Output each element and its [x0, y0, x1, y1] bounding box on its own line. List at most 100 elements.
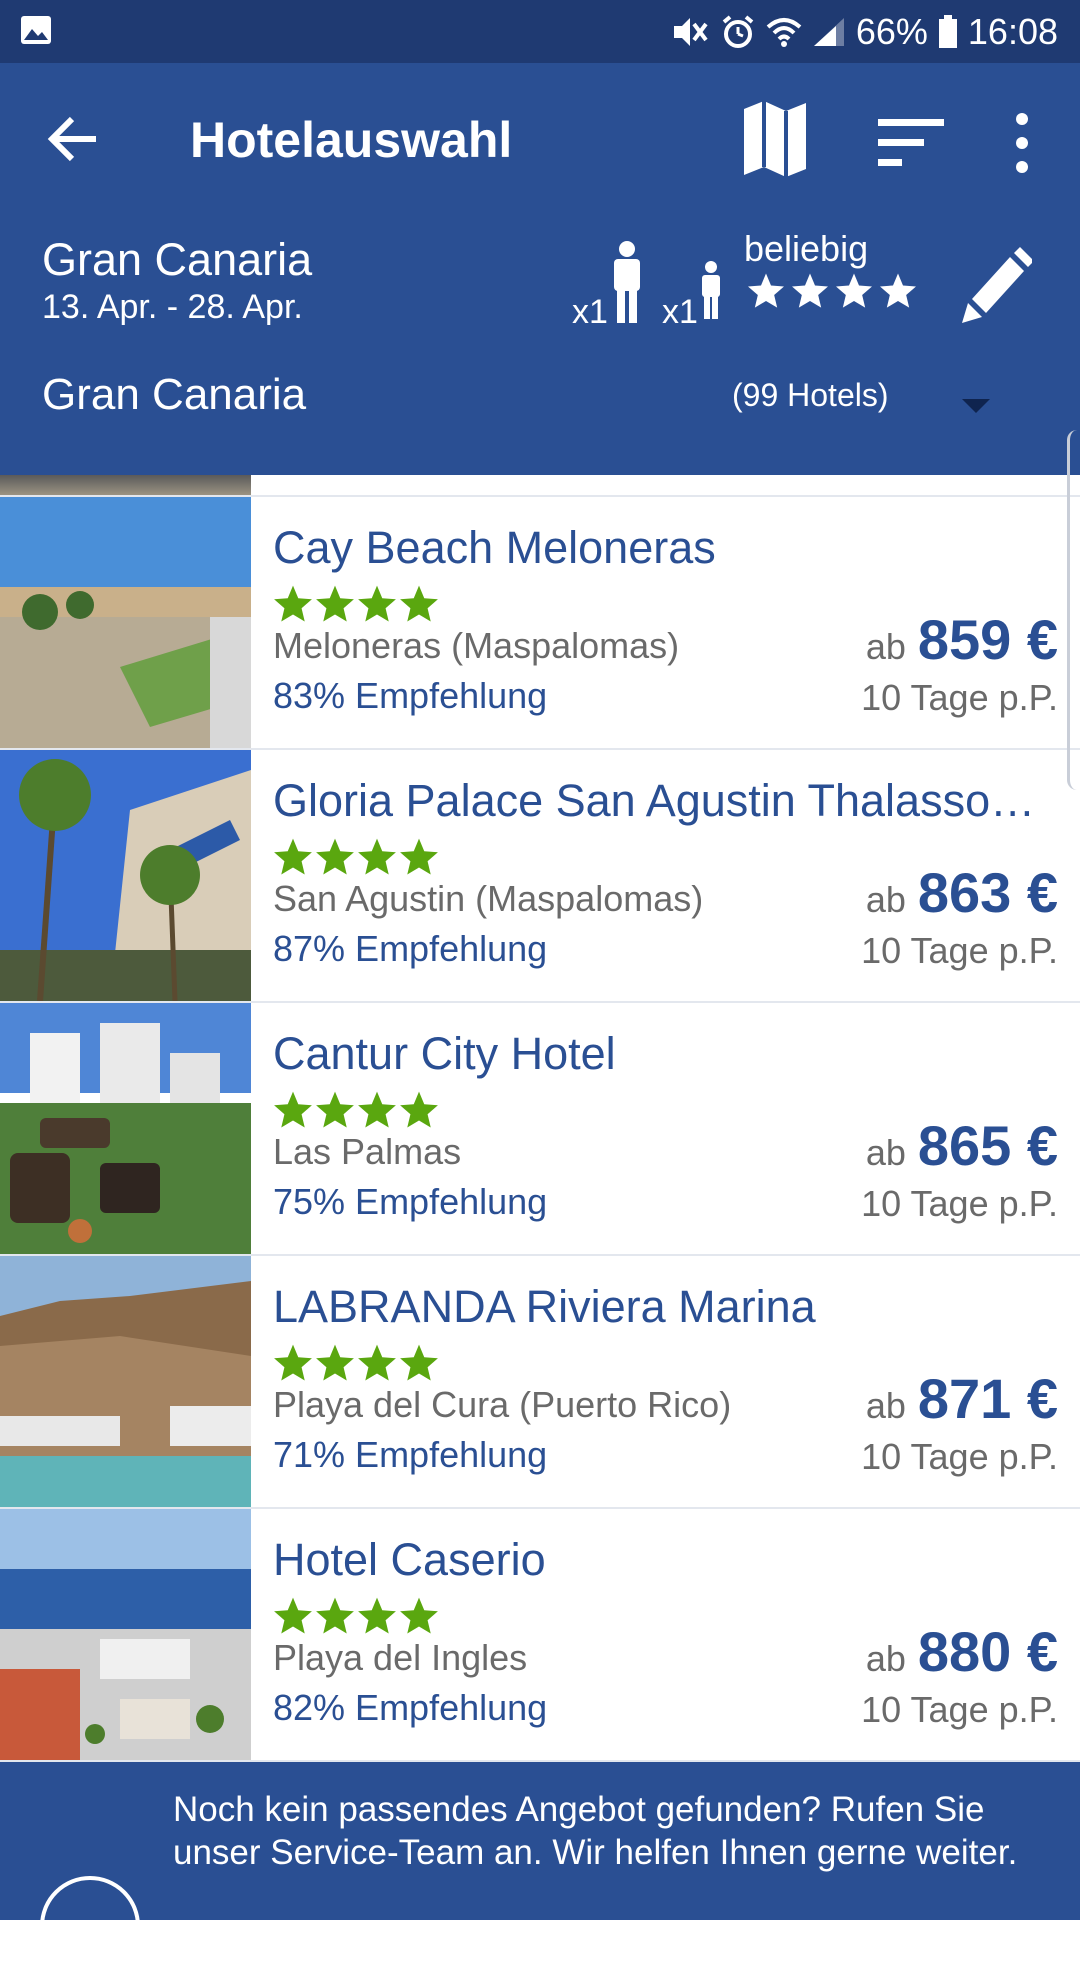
page-title: Hotelauswahl — [190, 112, 513, 168]
travel-dates: 13. Apr. - 28. Apr. — [42, 288, 303, 326]
price-amount: 863 € — [917, 861, 1058, 924]
price-amount: 880 € — [917, 1620, 1058, 1683]
child-icon — [702, 261, 720, 319]
hotel-name: Cantur City Hotel — [273, 1028, 616, 1079]
app-bar: Hotelauswahl Gran Canaria 13. Apr. - 28.… — [0, 63, 1080, 475]
star-icon — [316, 1091, 354, 1128]
hotel-name: LABRANDA Riviera Marina — [273, 1281, 816, 1332]
hotel-photo — [0, 1509, 251, 1760]
star-icon — [358, 1091, 396, 1128]
service-banner[interactable]: Noch kein passendes Angebot gefunden? Ru… — [0, 1762, 1080, 1976]
edit-pencil-icon[interactable] — [958, 243, 1032, 323]
map-icon[interactable] — [740, 99, 810, 179]
star-icon — [316, 838, 354, 875]
hotel-stars — [272, 1595, 440, 1637]
hotel-list-item[interactable]: Gloria Palace San Agustin Thalasso… San … — [0, 750, 1080, 1003]
recommendation-rate: 82% Empfehlung — [273, 1687, 548, 1728]
hotel-name: Cay Beach Meloneras — [273, 522, 716, 573]
alarm-icon — [722, 15, 754, 48]
clock: 16:08 — [967, 11, 1058, 52]
price-duration: 10 Tage p.P. — [861, 1689, 1058, 1730]
battery-icon — [938, 15, 957, 48]
price-duration: 10 Tage p.P. — [861, 930, 1058, 971]
phone-icon[interactable] — [40, 1876, 140, 1976]
destination-name: Gran Canaria — [42, 234, 313, 285]
star-icon — [274, 1344, 312, 1381]
star-icon — [400, 838, 438, 875]
price-duration: 10 Tage p.P. — [861, 1436, 1058, 1477]
recommendation-rate: 83% Empfehlung — [273, 675, 548, 716]
price-duration: 10 Tage p.P. — [861, 1183, 1058, 1224]
hotel-price: ab 880 € — [866, 1619, 1058, 1684]
hotel-photo — [0, 1003, 251, 1254]
hotel-list-item[interactable]: Cantur City Hotel Las Palmas 75% Empfehl… — [0, 1003, 1080, 1256]
rating-stars — [744, 271, 920, 311]
more-options-icon[interactable] — [1000, 105, 1044, 181]
gallery-notification-icon — [21, 16, 51, 44]
dropdown-arrow-icon[interactable] — [958, 397, 994, 415]
hotel-price: ab 871 € — [866, 1366, 1058, 1431]
hotel-photo — [0, 1256, 251, 1507]
hotel-stars — [272, 1342, 440, 1384]
rating-filter: beliebig — [744, 229, 920, 311]
status-bar: 66% 16:08 — [0, 0, 1080, 63]
price-amount: 859 € — [917, 608, 1058, 671]
hotel-location: Meloneras (Maspalomas) — [273, 625, 680, 666]
price-prefix: ab — [865, 1385, 906, 1426]
star-icon — [400, 1091, 438, 1128]
star-icon — [358, 585, 396, 622]
star-icon — [400, 1597, 438, 1634]
hotel-location: Playa del Cura (Puerto Rico) — [273, 1384, 732, 1425]
travellers-summary: x1 x1 — [572, 241, 732, 341]
wifi-icon — [766, 18, 802, 47]
region-selector[interactable]: Gran Canaria — [42, 365, 306, 425]
hotel-location: San Agustin (Maspalomas) — [273, 878, 704, 919]
hotel-list[interactable]: Cay Beach Meloneras Meloneras (Maspaloma… — [0, 475, 1080, 1762]
hotel-list-item[interactable]: Hotel Caserio Playa del Ingles 82% Empfe… — [0, 1509, 1080, 1762]
hotel-price: ab 859 € — [866, 607, 1058, 672]
hotel-list-item[interactable]: LABRANDA Riviera Marina Playa del Cura (… — [0, 1256, 1080, 1509]
hotel-count: (99 Hotels) — [732, 377, 889, 413]
star-icon — [400, 585, 438, 622]
hotel-stars — [272, 1089, 440, 1131]
list-item-partial[interactable] — [0, 475, 1080, 497]
hotel-location: Playa del Ingles — [273, 1637, 528, 1678]
star-icon — [274, 585, 312, 622]
children-count: x1 — [662, 293, 698, 331]
hotel-name: Gloria Palace San Agustin Thalasso… — [273, 775, 1036, 826]
back-arrow-icon[interactable] — [44, 109, 104, 169]
hotel-stars — [272, 836, 440, 878]
star-icon — [316, 1344, 354, 1381]
price-prefix: ab — [865, 1638, 906, 1679]
sort-icon[interactable] — [870, 113, 950, 173]
hotel-price: ab 865 € — [866, 1113, 1058, 1178]
battery-percentage: 66% — [855, 11, 928, 52]
hotel-photo — [0, 497, 251, 748]
star-icon — [316, 585, 354, 622]
adults-count: x1 — [572, 293, 608, 331]
adult-icon — [614, 241, 640, 323]
star-icon — [316, 1597, 354, 1634]
scrollbar[interactable] — [1067, 430, 1080, 790]
mute-icon — [673, 18, 708, 46]
hotel-location: Las Palmas — [273, 1131, 462, 1172]
star-icon — [400, 1344, 438, 1381]
price-prefix: ab — [865, 879, 906, 920]
hotel-name: Hotel Caserio — [273, 1534, 546, 1585]
price-prefix: ab — [865, 626, 906, 667]
price-prefix: ab — [865, 1132, 906, 1173]
hotel-photo — [0, 475, 251, 495]
star-icon — [836, 273, 872, 308]
price-duration: 10 Tage p.P. — [861, 677, 1058, 718]
search-summary[interactable]: Gran Canaria 13. Apr. - 28. Apr. — [42, 233, 312, 327]
price-amount: 865 € — [917, 1114, 1058, 1177]
recommendation-rate: 71% Empfehlung — [273, 1434, 548, 1475]
recommendation-rate: 75% Empfehlung — [273, 1181, 548, 1222]
hotel-list-item[interactable]: Cay Beach Meloneras Meloneras (Maspaloma… — [0, 497, 1080, 750]
signal-icon — [813, 18, 844, 46]
star-icon — [274, 1597, 312, 1634]
star-icon — [358, 1344, 396, 1381]
star-icon — [358, 1597, 396, 1634]
hotel-photo — [0, 750, 251, 1001]
star-icon — [274, 838, 312, 875]
